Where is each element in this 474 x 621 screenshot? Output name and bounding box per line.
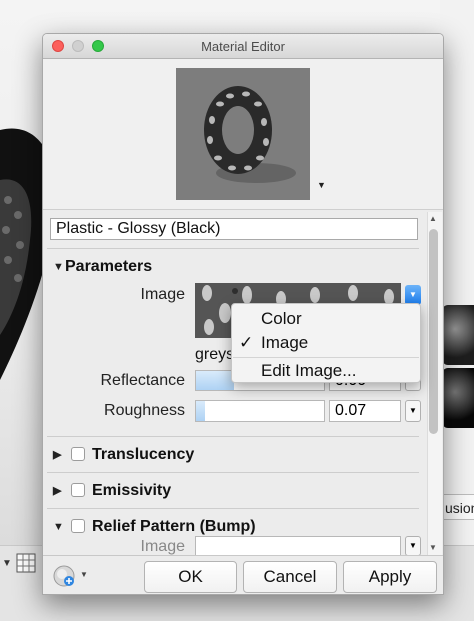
menu-item-edit-image[interactable]: Edit Image...	[232, 359, 420, 383]
menu-item-color[interactable]: Color	[232, 307, 420, 331]
parameters-section-title: Parameters	[65, 258, 153, 275]
cancel-button[interactable]: Cancel	[243, 561, 337, 593]
window-title: Material Editor	[201, 39, 285, 54]
disclosure-expanded-icon[interactable]: ▼	[53, 516, 65, 538]
emissivity-checkbox[interactable]	[71, 483, 85, 497]
background-material-thumbnail[interactable]	[442, 305, 474, 365]
translucency-checkbox[interactable]	[71, 447, 85, 461]
image-source-dropdown-button[interactable]: ▼	[405, 285, 421, 305]
background-material-thumbnail[interactable]	[442, 368, 474, 428]
background-button[interactable]: usion	[440, 494, 474, 520]
translucency-section-header[interactable]: ▶ Translucency	[53, 444, 194, 466]
grid-icon[interactable]	[16, 553, 36, 573]
relief-image-label: Image	[140, 538, 185, 555]
background-side-panel	[440, 0, 474, 545]
section-divider	[47, 436, 419, 437]
disclosure-collapsed-icon[interactable]: ▶	[53, 444, 65, 466]
disclosure-collapsed-icon[interactable]: ▶	[53, 480, 65, 502]
relief-section-header[interactable]: ▼ Relief Pattern (Bump)	[53, 516, 256, 538]
scroll-down-arrow-icon[interactable]: ▼	[429, 543, 437, 552]
scrollbar-thumb[interactable]	[429, 229, 438, 434]
section-divider	[47, 508, 419, 509]
dialog-footer: ▼ OK Cancel Apply	[43, 555, 443, 594]
checkmark-icon: ✓	[239, 333, 254, 352]
emissivity-section-title: Emissivity	[92, 482, 172, 499]
translucency-section-title: Translucency	[92, 446, 195, 463]
apply-button[interactable]: Apply	[343, 561, 437, 593]
section-divider	[47, 248, 419, 249]
roughness-label: Roughness	[104, 402, 185, 419]
roughness-slider[interactable]	[195, 400, 325, 422]
menu-item-image[interactable]: ✓ Image	[232, 331, 420, 355]
emissivity-section-header[interactable]: ▶ Emissivity	[53, 480, 171, 502]
roughness-value-field[interactable]: 0.07	[329, 400, 401, 422]
add-material-dropdown-icon[interactable]: ▼	[80, 570, 88, 579]
roughness-menu-button[interactable]: ▼	[405, 400, 421, 422]
ok-button[interactable]: OK	[144, 561, 237, 593]
relief-section-title: Relief Pattern (Bump)	[92, 518, 256, 535]
relief-image-dropdown-button[interactable]: ▼	[405, 536, 421, 555]
material-name-field[interactable]: Plastic - Glossy (Black)	[50, 218, 418, 240]
title-bar[interactable]: Material Editor	[43, 34, 443, 59]
menu-separator	[233, 357, 419, 358]
image-label: Image	[140, 286, 185, 303]
scroll-up-arrow-icon[interactable]: ▲	[429, 214, 437, 223]
dropdown-arrow-icon[interactable]: ▼	[2, 558, 12, 569]
menu-item-image-label: Image	[261, 333, 309, 352]
relief-checkbox[interactable]	[71, 519, 85, 533]
add-material-icon[interactable]	[53, 565, 75, 587]
parameters-section-header[interactable]: ▼Parameters	[53, 256, 152, 278]
image-source-name: greys	[195, 346, 235, 363]
relief-image-swatch[interactable]	[195, 536, 401, 555]
material-preview-area: ▼	[43, 59, 443, 210]
section-divider	[47, 472, 419, 473]
roughness-slider-fill	[196, 401, 205, 421]
material-preview-thumbnail[interactable]	[176, 68, 310, 200]
preview-menu-arrow-icon[interactable]: ▼	[317, 180, 326, 190]
reflectance-slider-fill	[196, 371, 235, 390]
image-source-menu: Color ✓ Image Edit Image...	[231, 303, 421, 383]
disclosure-expanded-icon[interactable]: ▼	[53, 256, 65, 278]
reflectance-label: Reflectance	[100, 372, 186, 389]
